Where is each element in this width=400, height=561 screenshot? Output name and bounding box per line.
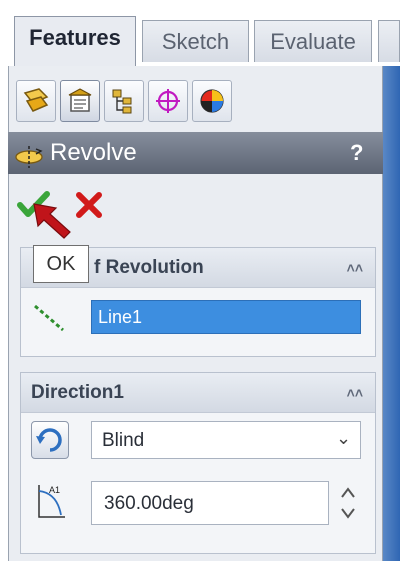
axis-selection-value: Line1 — [98, 307, 143, 327]
reverse-direction-icon — [36, 428, 62, 452]
direction1-title: Direction1 — [31, 382, 124, 403]
red-arrow-pointer-icon — [30, 198, 76, 240]
feature-title-bar: Revolve ? — [8, 132, 383, 174]
spin-arrows-icon — [341, 487, 355, 519]
angle-input[interactable]: 360.00deg — [91, 481, 329, 525]
axis-line-icon — [31, 300, 67, 341]
end-condition-value: Blind — [102, 430, 145, 451]
axis-section-title: f Revolution — [94, 257, 204, 278]
svg-text:A1: A1 — [49, 485, 60, 495]
chevron-down-icon: ⌄ — [336, 428, 352, 448]
direction1-section-header[interactable]: Direction1 ˄˄ — [21, 373, 375, 413]
tab-sketch[interactable]: Sketch — [142, 20, 249, 62]
direction1-section: Direction1 ˄˄ Blind ⌄ A1 360.00deg — [20, 372, 376, 554]
axis-selection-field[interactable]: Line1 — [91, 300, 361, 334]
close-icon — [76, 192, 102, 218]
collapse-icon[interactable]: ˄˄ — [347, 248, 363, 288]
property-manager-icon[interactable] — [60, 80, 100, 122]
graphics-area-edge — [383, 66, 400, 561]
configuration-manager-icon[interactable] — [104, 80, 144, 122]
angle-icon: A1 — [33, 481, 69, 526]
ok-tooltip: OK — [33, 245, 89, 283]
reverse-direction-button[interactable] — [31, 421, 69, 459]
feature-title: Revolve — [50, 139, 137, 166]
angle-spin-buttons[interactable] — [335, 481, 361, 525]
end-condition-select[interactable]: Blind ⌄ — [91, 421, 361, 459]
cancel-button[interactable] — [75, 191, 103, 219]
help-icon[interactable]: ? — [350, 132, 363, 174]
revolve-icon — [14, 141, 44, 183]
dimxpert-icon[interactable] — [148, 80, 188, 122]
collapse-icon[interactable]: ˄˄ — [347, 373, 363, 413]
tab-overflow[interactable] — [378, 20, 400, 62]
angle-value: 360.00deg — [104, 493, 194, 514]
display-manager-icon[interactable] — [192, 80, 232, 122]
command-manager-tabs: Features Sketch Evaluate — [0, 0, 400, 66]
tab-evaluate[interactable]: Evaluate — [254, 20, 372, 62]
feature-manager-icon[interactable] — [16, 80, 56, 122]
tab-features[interactable]: Features — [14, 16, 136, 66]
